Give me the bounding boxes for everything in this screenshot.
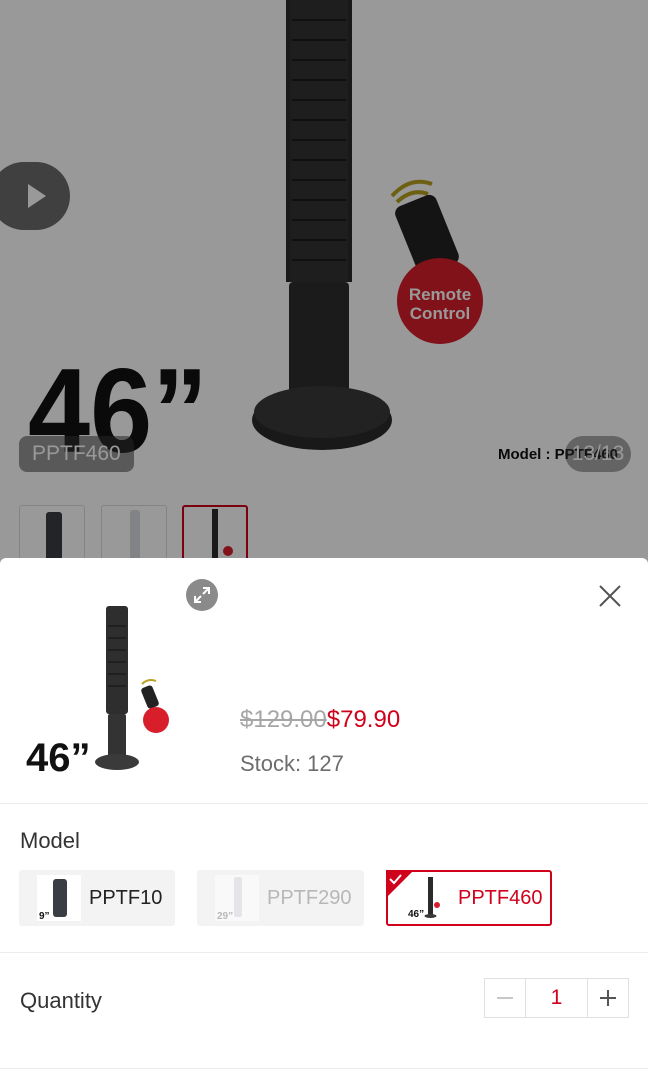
divider: [0, 803, 648, 804]
expand-icon: [194, 587, 210, 603]
minus-icon: [497, 997, 513, 999]
product-page: Remote Control 46” Model : PPTF460 PPTF4…: [0, 0, 648, 1080]
selected-product-image: 46”: [26, 606, 169, 778]
option-pptf10-image: 9”: [37, 875, 81, 921]
option-pptf10-size: 9”: [39, 911, 50, 921]
zoom-image-button[interactable]: [186, 579, 218, 611]
stock-row: Stock: 127: [240, 751, 344, 777]
model-section-title: Model: [20, 828, 80, 853]
option-pptf290[interactable]: 29” PPTF290: [197, 870, 364, 926]
selected-check-badge: [386, 870, 414, 898]
close-sheet-button[interactable]: [594, 580, 626, 612]
plus-icon: [600, 990, 616, 1006]
quantity-increase-button[interactable]: [588, 979, 628, 1017]
original-price: $129.00: [240, 706, 327, 733]
quantity-decrease-button[interactable]: [485, 979, 525, 1017]
quantity-title: Quantity: [20, 988, 102, 1013]
option-pptf290-image: 29”: [215, 875, 259, 921]
option-pptf10-label: PPTF10: [89, 886, 163, 909]
close-icon: [599, 585, 621, 607]
stock-label: Stock:: [240, 751, 302, 776]
option-pptf10[interactable]: 9” PPTF10: [19, 870, 175, 926]
sale-price: $79.90: [326, 706, 401, 733]
divider: [0, 952, 648, 953]
sheet-image-size-text: 46”: [26, 736, 91, 778]
variant-selection-sheet: 46” $129.00$79.90 Stock: 127 Model 9” PP…: [0, 558, 648, 1080]
stock-value: 127: [307, 751, 344, 776]
option-pptf460[interactable]: 46” PPTF460: [386, 870, 552, 926]
quantity-stepper: 1: [484, 978, 629, 1018]
option-pptf460-size: 46”: [408, 909, 424, 920]
option-pptf290-label: PPTF290: [267, 886, 352, 909]
option-pptf460-label: PPTF460: [458, 886, 543, 909]
divider: [0, 1068, 648, 1069]
quantity-input[interactable]: 1: [525, 979, 588, 1017]
option-pptf290-size: 29”: [217, 911, 233, 921]
price-row: $129.00$79.90: [240, 706, 400, 734]
